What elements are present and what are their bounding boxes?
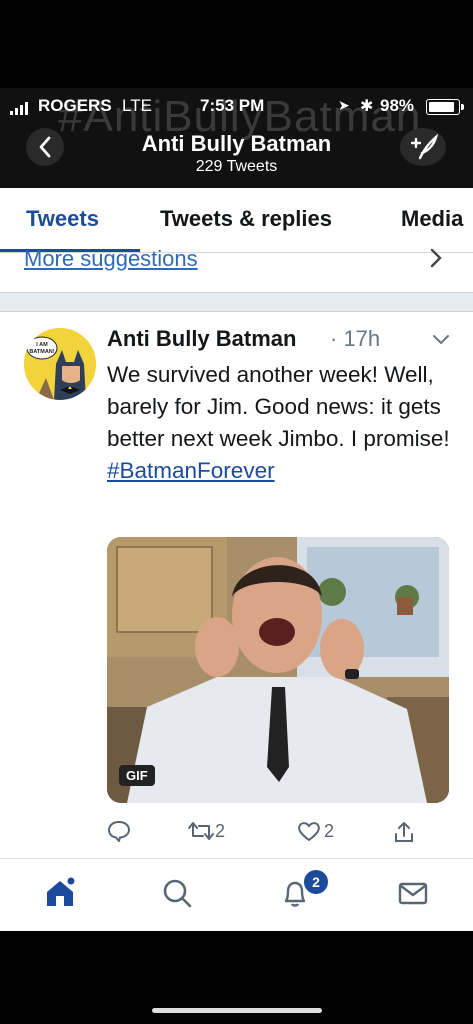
tweet-time: · 17h [330, 326, 381, 351]
tab-media[interactable]: Media [401, 206, 463, 232]
tweet-body: We survived another week! Well, barely f… [107, 362, 450, 451]
svg-text:I AM: I AM [36, 342, 48, 348]
avatar[interactable]: I AM BATMAN! [24, 328, 96, 400]
battery-icon [426, 99, 464, 115]
tweet-text: We survived another week! Well, barely f… [107, 359, 457, 487]
section-divider [0, 292, 473, 312]
search-tab[interactable] [161, 877, 193, 914]
bottom-nav-bar: 2 [0, 858, 473, 931]
tweet-count: 229 Tweets [195, 158, 278, 175]
profile-header: #AntiBullyBatman ROGERS LTE 7:53 PM ➤ ✱ … [0, 88, 473, 188]
compose-button[interactable] [400, 128, 446, 166]
reply-icon [107, 820, 131, 844]
chevron-down-icon[interactable] [432, 330, 450, 351]
batman-avatar-image: I AM BATMAN! [24, 328, 96, 400]
status-time: 7:53 PM [200, 96, 265, 115]
tweet-author[interactable]: Anti Bully Batman [107, 326, 296, 352]
top-letterbox [0, 0, 473, 88]
home-indicator [152, 1008, 322, 1013]
chevron-right-icon [430, 244, 442, 275]
messages-tab[interactable] [397, 877, 429, 914]
share-icon [395, 822, 413, 842]
carrier-name: ROGERS [38, 96, 112, 115]
retweet-count: 2 [215, 820, 226, 841]
heart-icon [298, 822, 320, 842]
more-suggestions-row[interactable]: More suggestions [0, 244, 473, 284]
hashtag-link[interactable]: #BatmanForever [107, 458, 275, 483]
bluetooth-icon: ✱ [360, 98, 374, 115]
compose-icon [410, 134, 438, 160]
notification-badge: 2 [302, 868, 330, 896]
svg-text:BATMAN!: BATMAN! [29, 349, 54, 355]
like-button[interactable]: 2 [297, 820, 334, 842]
main-content: Tweets Tweets & replies Media More sugge… [0, 188, 473, 931]
battery-percent: 98% [380, 96, 415, 115]
reply-button[interactable] [107, 820, 131, 847]
network-type: LTE [122, 96, 152, 115]
search-icon [163, 879, 192, 908]
like-count: 2 [324, 820, 335, 841]
more-suggestions-link[interactable]: More suggestions [24, 246, 198, 272]
tweet-media-gif[interactable]: GIF [107, 537, 449, 803]
mail-icon [398, 882, 428, 905]
signal-icon [10, 102, 28, 115]
gif-image [107, 537, 449, 803]
retweet-icon [188, 822, 214, 841]
home-icon [47, 877, 75, 906]
retweet-button[interactable]: 2 [187, 820, 225, 842]
status-bar: ROGERS LTE 7:53 PM ➤ ✱ 98% [0, 96, 473, 120]
gif-badge: GIF [119, 765, 155, 786]
tab-tweets[interactable]: Tweets [26, 206, 99, 232]
home-tab[interactable] [44, 877, 76, 914]
location-icon: ➤ [338, 97, 350, 113]
tweet-actions: 2 2 [107, 820, 437, 850]
share-button[interactable] [393, 820, 415, 849]
tab-tweets-replies[interactable]: Tweets & replies [160, 206, 332, 232]
battery-fill [429, 102, 455, 112]
